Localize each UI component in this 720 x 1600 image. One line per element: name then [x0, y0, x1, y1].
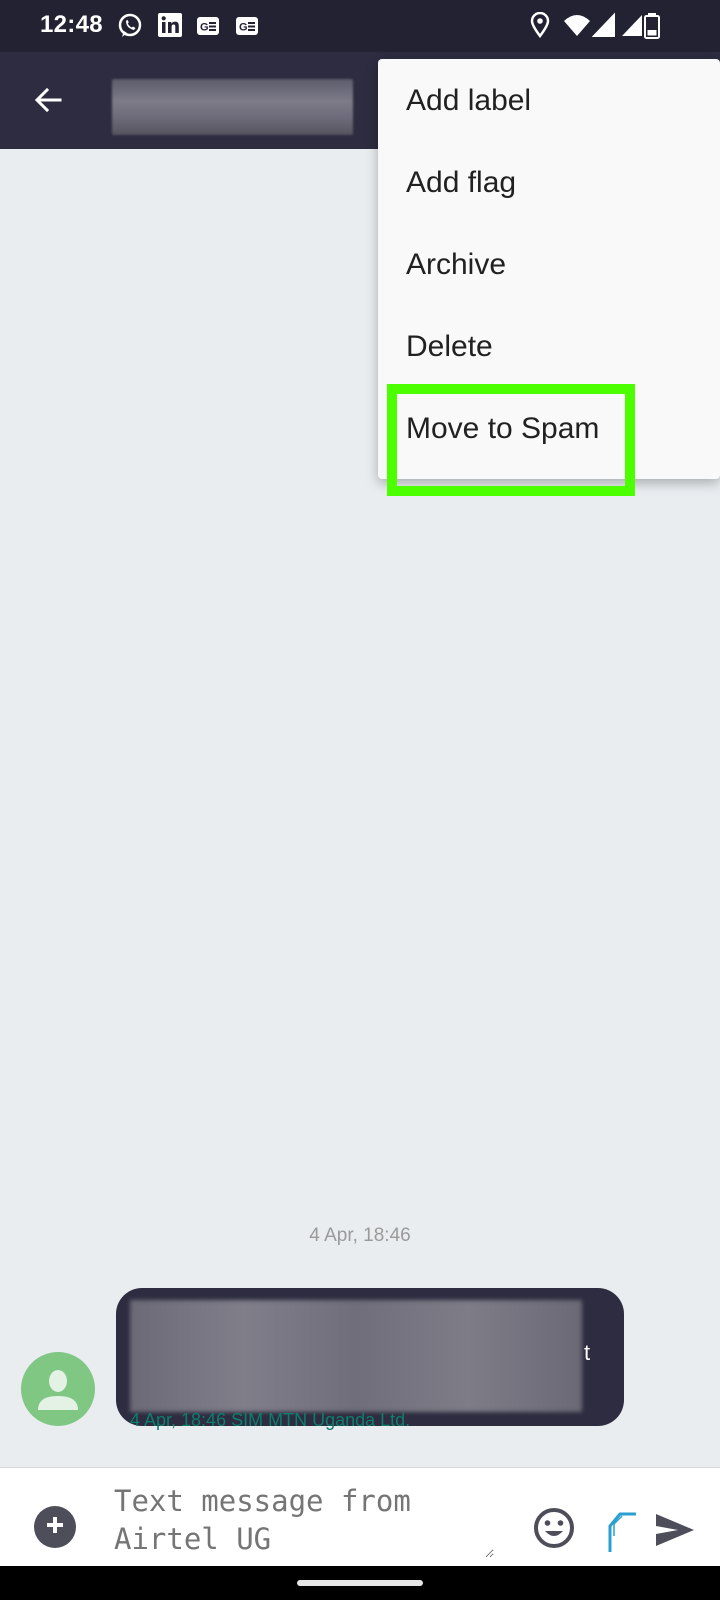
location-icon	[530, 11, 550, 43]
battery-icon	[643, 12, 661, 45]
message-text-fragment: t	[584, 1340, 591, 1365]
avatar[interactable]	[21, 1352, 95, 1426]
news-icon: G	[235, 16, 259, 41]
svg-text:G: G	[239, 22, 248, 34]
wifi-icon	[562, 12, 592, 43]
plus-circle-icon	[44, 1514, 66, 1541]
emoji-icon	[534, 1508, 574, 1548]
svg-text:G: G	[200, 22, 209, 34]
whatsapp-icon	[116, 12, 144, 45]
message-text	[130, 1300, 582, 1412]
overflow-menu: Add label Add flag Archive Delete Move t…	[378, 59, 720, 479]
menu-item-add-label[interactable]: Add label	[378, 59, 720, 143]
sim-selector-button[interactable]	[608, 1508, 648, 1554]
send-icon	[656, 1514, 694, 1546]
emoji-button[interactable]	[532, 1506, 576, 1550]
linkedin-icon	[157, 12, 183, 43]
send-button[interactable]	[652, 1508, 698, 1552]
compose-bar	[0, 1467, 720, 1566]
signal-icon	[591, 12, 616, 43]
menu-item-archive[interactable]: Archive	[378, 223, 720, 307]
message-input[interactable]	[114, 1482, 494, 1558]
person-icon	[38, 1370, 78, 1410]
contact-name[interactable]	[112, 79, 353, 135]
menu-item-add-flag[interactable]: Add flag	[378, 141, 720, 225]
home-gesture-handle[interactable]	[297, 1580, 423, 1586]
sim-selector-icon	[608, 1512, 636, 1552]
menu-item-move-to-spam[interactable]: Move to Spam	[378, 387, 720, 471]
status-bar: 12:48 G G	[0, 0, 720, 52]
message-bubble[interactable]: t	[116, 1288, 624, 1426]
navigation-bar	[0, 1566, 720, 1600]
status-time: 12:48	[40, 11, 103, 38]
back-button[interactable]	[24, 78, 72, 126]
signal-icon	[620, 12, 644, 43]
message-meta: 4 Apr, 18:46 SIM MTN Uganda Ltd.	[130, 1410, 411, 1430]
menu-item-delete[interactable]: Delete	[378, 305, 720, 389]
arrow-left-icon	[33, 85, 63, 120]
attach-button[interactable]	[34, 1506, 76, 1548]
date-divider: 4 Apr, 18:46	[309, 1225, 411, 1246]
news-icon: G	[196, 16, 220, 41]
